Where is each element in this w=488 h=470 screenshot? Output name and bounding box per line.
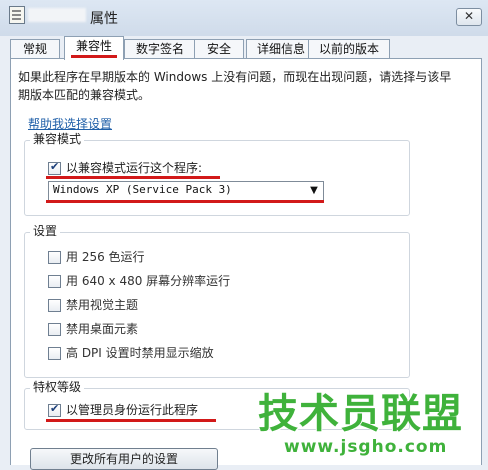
compat-mode-checkbox[interactable]: ✔ [48, 160, 61, 175]
setting-disable-desktop-composition-label: 禁用桌面元素 [66, 322, 139, 336]
privilege-level-group-label: 特权等级 [30, 380, 85, 394]
watermark-brand-text: 技术员联盟 [258, 391, 463, 437]
title-bar: 属性 ✕ [0, 0, 488, 36]
dropdown-arrow-icon: ▼ [310, 185, 318, 196]
run-as-admin-checkbox[interactable]: ✔ [48, 402, 61, 417]
tab-details[interactable]: 详细信息 [246, 39, 316, 59]
tab-security[interactable]: 安全 [194, 39, 244, 59]
highlight-underline [46, 176, 220, 179]
settings-group-label: 设置 [30, 224, 61, 238]
close-button[interactable]: ✕ [456, 8, 482, 26]
site-watermark: 技术员联盟 www.jsgho.com [258, 392, 482, 462]
setting-disable-visual-themes-checkbox[interactable] [48, 299, 61, 312]
compat-mode-group-label: 兼容模式 [30, 132, 85, 146]
os-compat-select[interactable]: Windows XP (Service Pack 3) ▼ [48, 181, 324, 201]
window-title: 属性 [90, 11, 118, 27]
setting-256-color-checkbox[interactable] [48, 251, 61, 264]
os-compat-select-value: Windows XP (Service Pack 3) [53, 183, 232, 196]
setting-disable-dpi-scaling-checkbox[interactable] [48, 347, 61, 360]
tab-digital-signature[interactable]: 数字签名 [124, 39, 196, 59]
setting-640x480-label: 用 640 x 480 屏幕分辨率运行 [66, 274, 231, 288]
highlight-underline [46, 419, 216, 422]
setting-disable-dpi-scaling-label: 高 DPI 设置时禁用显示缩放 [66, 346, 214, 360]
setting-256-color-label: 用 256 色运行 [66, 250, 145, 264]
tab-highlight-underline [71, 55, 117, 58]
help-choose-settings-link[interactable]: 帮助我选择设置 [28, 115, 112, 132]
tab-general[interactable]: 常规 [10, 39, 60, 59]
setting-disable-desktop-composition-checkbox[interactable] [48, 323, 61, 336]
checkmark-icon: ✔ [50, 160, 60, 173]
run-as-admin-label: 以管理员身份运行此程序 [66, 403, 199, 417]
checkmark-icon: ✔ [50, 402, 60, 415]
tab-compatibility-label: 兼容性 [75, 39, 112, 53]
watermark-url-text: www.jsgho.com [284, 437, 448, 457]
intro-text: 如果此程序在早期版本的 Windows 上没有问题，而现在出现问题，请选择与该早… [18, 70, 452, 102]
tab-compatibility[interactable]: 兼容性 [64, 36, 124, 60]
document-icon [9, 6, 25, 24]
compat-mode-checkbox-label: 以兼容模式运行这个程序: [66, 161, 203, 175]
setting-640x480-checkbox[interactable] [48, 275, 61, 288]
setting-disable-visual-themes-label: 禁用视觉主题 [66, 298, 139, 312]
highlight-underline [46, 200, 324, 203]
change-all-users-settings-button[interactable]: 更改所有用户的设置 [30, 448, 218, 470]
tab-previous-versions[interactable]: 以前的版本 [308, 39, 390, 59]
blurred-filename [28, 8, 86, 22]
